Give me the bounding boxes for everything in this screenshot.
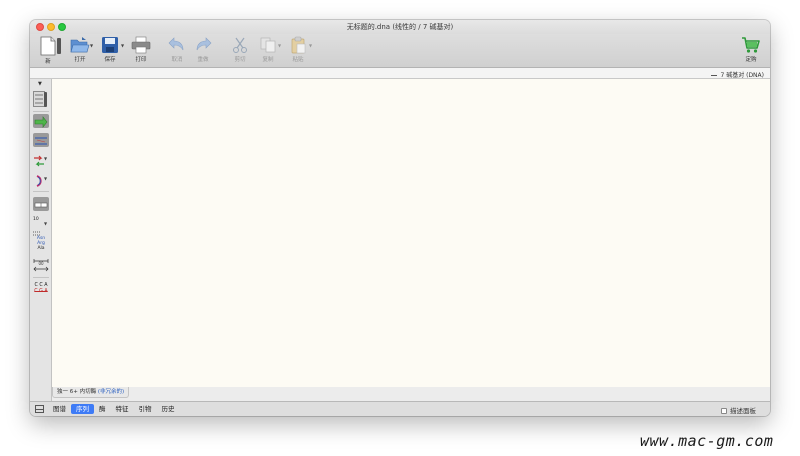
- new-document-icon: [40, 36, 56, 56]
- tab-features[interactable]: 特征: [111, 404, 134, 414]
- printer-icon: [131, 36, 151, 54]
- undo-arrow-icon: [168, 37, 184, 51]
- sidebar-divider: [33, 111, 49, 112]
- feature-arrow-icon: [34, 116, 48, 128]
- feature-arrow-tool[interactable]: [33, 114, 49, 128]
- tab-history[interactable]: 历史: [157, 404, 180, 414]
- title-bar: 无标题的.dna (线性的 / 7 碱基对): [30, 20, 770, 34]
- copy-button[interactable]: 复制: [254, 36, 282, 66]
- paste-dropdown-icon[interactable]: ▼: [309, 43, 312, 48]
- ruler-tool[interactable]: 00: [33, 257, 49, 272]
- save-button[interactable]: 保存: [96, 36, 124, 66]
- undo-button[interactable]: 取消: [163, 36, 191, 66]
- tab-primers[interactable]: 引物: [134, 404, 157, 414]
- strand-tool[interactable]: [33, 133, 49, 147]
- restriction-site-tool[interactable]: C C A C G A: [33, 283, 49, 297]
- bottom-tab-bar: 图谱 序列 酶 特征 引物 历史 描述面板: [30, 401, 770, 416]
- cut-button[interactable]: 剪切: [226, 36, 254, 66]
- selection-bar-tool[interactable]: [33, 197, 49, 211]
- window-title: 无标题的.dna (线性的 / 7 碱基对): [346, 23, 454, 31]
- view-tools-sidebar: ▼ ▼ ▼ 10 ▼ Asn Arg Ala 00 C C A C G A: [30, 79, 52, 401]
- new-dropdown[interactable]: [57, 38, 61, 54]
- folder-open-icon: [70, 37, 90, 53]
- tab-enzymes[interactable]: 酶: [94, 404, 111, 414]
- copy-dropdown-icon[interactable]: ▼: [278, 43, 281, 48]
- sequence-summary: 7 碱基对 (DNA): [711, 70, 764, 79]
- view-tabs: 图谱 序列 酶 特征 引物 历史: [48, 404, 180, 414]
- open-button[interactable]: 打开: [66, 36, 94, 66]
- redo-button[interactable]: 重做: [189, 36, 217, 66]
- scissors-icon: [233, 37, 247, 53]
- linear-sequence-icon: [711, 74, 718, 77]
- copy-icon: [260, 37, 276, 53]
- tab-map[interactable]: 图谱: [48, 404, 71, 414]
- shopping-cart-icon: [742, 37, 760, 53]
- sequence-canvas[interactable]: [52, 79, 770, 387]
- save-dropdown-icon[interactable]: ▼: [121, 43, 124, 48]
- clipboard-icon: [291, 36, 306, 54]
- sidebar-collapse-icon[interactable]: ▼: [38, 81, 42, 87]
- watermark: www.mac-gm.com: [640, 432, 774, 450]
- primer-dropdown-icon[interactable]: ▼: [44, 156, 47, 161]
- order-button[interactable]: 定购: [737, 36, 765, 66]
- translation-tool[interactable]: Asn Arg Ala: [33, 236, 49, 251]
- print-button[interactable]: 打印: [127, 36, 155, 66]
- app-window: 无标题的.dna (线性的 / 7 碱基对) 新 打开 ▼ 保存 ▼ 打印 取消…: [30, 20, 770, 416]
- double-strand-icon: [35, 137, 47, 145]
- description-panel-toggle[interactable]: 描述面板: [721, 405, 756, 415]
- redo-arrow-icon: [196, 37, 212, 51]
- description-panel-checkbox[interactable]: [721, 408, 727, 414]
- numbering-dropdown-icon[interactable]: ▼: [44, 221, 47, 226]
- sidebar-divider: [33, 277, 49, 278]
- map-view-dropdown[interactable]: [44, 92, 47, 107]
- floppy-disk-icon: [102, 37, 118, 53]
- bracket-dropdown-icon[interactable]: ▼: [44, 176, 47, 181]
- open-dropdown-icon[interactable]: ▼: [90, 43, 93, 48]
- toolbar: 新 打开 ▼ 保存 ▼ 打印 取消 重做 剪切 复制 ▼ 粘贴 ▼ 定购: [30, 34, 770, 68]
- paste-button[interactable]: 粘贴: [284, 36, 312, 66]
- sequence-info-bar: 7 碱基对 (DNA): [30, 68, 770, 79]
- enzyme-set-tab[interactable]: 独一 6+ 内切酶 (非冗余的): [52, 387, 130, 398]
- panel-toggle-icon[interactable]: [35, 405, 44, 413]
- sidebar-divider: [33, 191, 49, 192]
- selection-bar-icon: [34, 202, 48, 208]
- tab-sequence[interactable]: 序列: [71, 404, 94, 414]
